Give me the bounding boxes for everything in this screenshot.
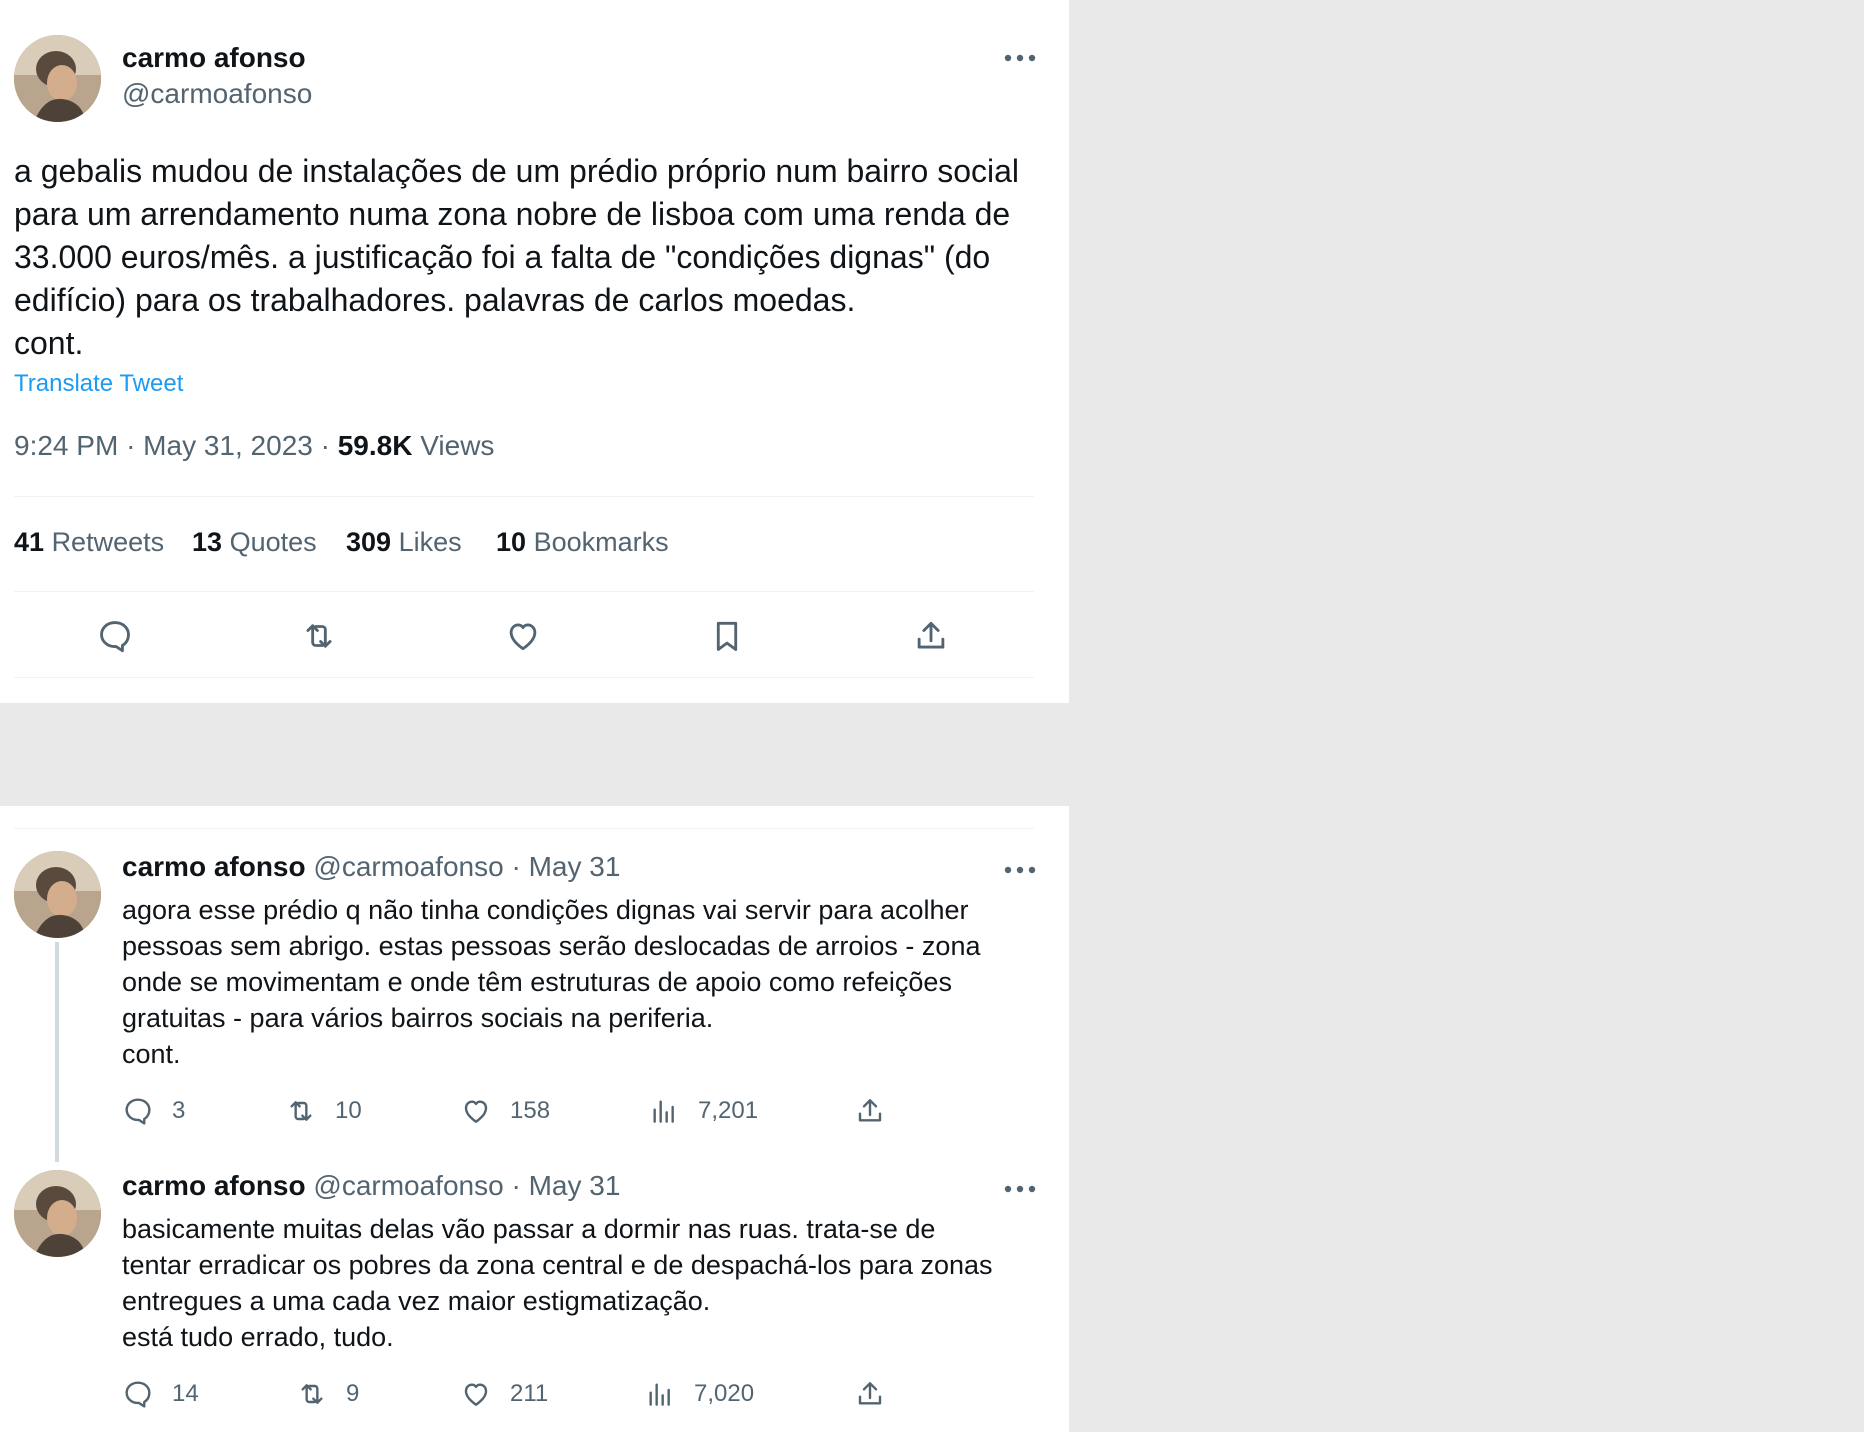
share-action[interactable] — [854, 1377, 886, 1411]
views-action[interactable]: 7,201 — [648, 1094, 758, 1128]
reply-header: carmo afonso @carmoafonso · May 31 — [122, 1170, 620, 1202]
reply-header: carmo afonso @carmoafonso · May 31 — [122, 851, 620, 883]
share-action[interactable] — [854, 1094, 886, 1128]
retweet-count: 10 — [335, 1097, 362, 1124]
quotes-stat[interactable]: 13 Quotes — [192, 527, 317, 558]
reply-count: 3 — [172, 1097, 186, 1124]
quotes-label: Quotes — [229, 527, 317, 557]
share-icon[interactable] — [912, 617, 950, 655]
divider — [14, 591, 1034, 592]
like-count: 158 — [510, 1097, 551, 1124]
reply-icon[interactable] — [96, 617, 134, 655]
tweet-meta: 9:24 PM · May 31, 2023 · 59.8K Views — [14, 430, 494, 462]
share-icon[interactable] — [854, 1378, 886, 1410]
avatar-photo-icon — [14, 35, 101, 122]
views-label: Views — [420, 430, 495, 461]
avatar-photo-icon — [14, 1170, 101, 1257]
author-name[interactable]: carmo afonso — [122, 851, 306, 882]
like-action[interactable]: 158 — [460, 1094, 550, 1128]
quotes-count: 13 — [192, 527, 223, 557]
author-handle[interactable]: @carmoafonso — [313, 851, 503, 882]
tweet-time[interactable]: 9:24 PM — [14, 430, 118, 461]
meta-separator: · — [126, 430, 136, 461]
reply-count: 14 — [172, 1380, 199, 1407]
author-name[interactable]: carmo afonso — [122, 42, 306, 74]
more-options-icon[interactable] — [1000, 48, 1040, 68]
more-options-icon[interactable] — [1000, 860, 1040, 880]
divider — [14, 496, 1034, 497]
bookmarks-label: Bookmarks — [533, 527, 669, 557]
retweet-icon[interactable] — [300, 617, 338, 655]
bookmark-icon[interactable] — [708, 617, 746, 655]
author-name[interactable]: carmo afonso — [122, 1170, 306, 1201]
share-icon[interactable] — [854, 1095, 886, 1127]
like-count: 211 — [510, 1380, 549, 1407]
views-action[interactable]: 7,020 — [644, 1377, 754, 1411]
retweets-count: 41 — [14, 527, 45, 557]
tweet-date[interactable]: May 31, 2023 — [143, 430, 313, 461]
divider — [14, 677, 1034, 678]
like-icon[interactable] — [460, 1095, 492, 1127]
reply-action[interactable]: 3 — [122, 1094, 185, 1128]
divider — [14, 828, 1034, 829]
views-count: 7,020 — [694, 1380, 755, 1407]
reply-date[interactable]: · May 31 — [511, 851, 620, 882]
main-tweet-panel: carmo afonso @carmoafonso a gebalis mudo… — [0, 0, 1069, 703]
retweet-action[interactable]: 10 — [285, 1094, 362, 1128]
like-action[interactable]: 211 — [460, 1377, 548, 1411]
avatar[interactable] — [14, 851, 101, 938]
author-handle[interactable]: @carmoafonso — [313, 1170, 503, 1201]
reply-icon[interactable] — [122, 1378, 154, 1410]
author-handle[interactable]: @carmoafonso — [122, 78, 312, 110]
retweets-label: Retweets — [51, 527, 165, 557]
likes-stat[interactable]: 309 Likes — [346, 527, 462, 558]
reply-date[interactable]: · May 31 — [511, 1170, 620, 1201]
reply-icon[interactable] — [122, 1095, 154, 1127]
avatar-photo-icon — [14, 851, 101, 938]
like-icon[interactable] — [504, 617, 542, 655]
more-options-icon[interactable] — [1000, 1179, 1040, 1199]
retweet-action[interactable]: 9 — [296, 1377, 359, 1411]
views-icon[interactable] — [648, 1095, 680, 1127]
meta-separator: · — [320, 430, 330, 461]
thread-connector-line — [55, 942, 59, 1162]
tweet-text: a gebalis mudou de instalações de um pré… — [14, 153, 1020, 361]
translate-tweet-link[interactable]: Translate Tweet — [14, 370, 183, 398]
retweet-icon[interactable] — [285, 1095, 317, 1127]
reply-action[interactable]: 14 — [122, 1377, 199, 1411]
likes-label: Likes — [398, 527, 462, 557]
likes-count: 309 — [346, 527, 392, 557]
views-count: 59.8K — [337, 430, 413, 461]
reply-text: agora esse prédio q não tinha condições … — [122, 895, 981, 1069]
like-icon[interactable] — [460, 1378, 492, 1410]
bookmarks-stat[interactable]: 10 Bookmarks — [496, 527, 669, 558]
reply-text: basicamente muitas delas vão passar a do… — [122, 1214, 993, 1352]
retweets-stat[interactable]: 41 Retweets — [14, 527, 164, 558]
views-icon[interactable] — [644, 1378, 676, 1410]
views-count: 7,201 — [698, 1097, 759, 1124]
retweet-icon[interactable] — [296, 1378, 328, 1410]
retweet-count: 9 — [346, 1380, 360, 1407]
avatar[interactable] — [14, 35, 101, 122]
bookmarks-count: 10 — [496, 527, 527, 557]
avatar[interactable] — [14, 1170, 101, 1257]
